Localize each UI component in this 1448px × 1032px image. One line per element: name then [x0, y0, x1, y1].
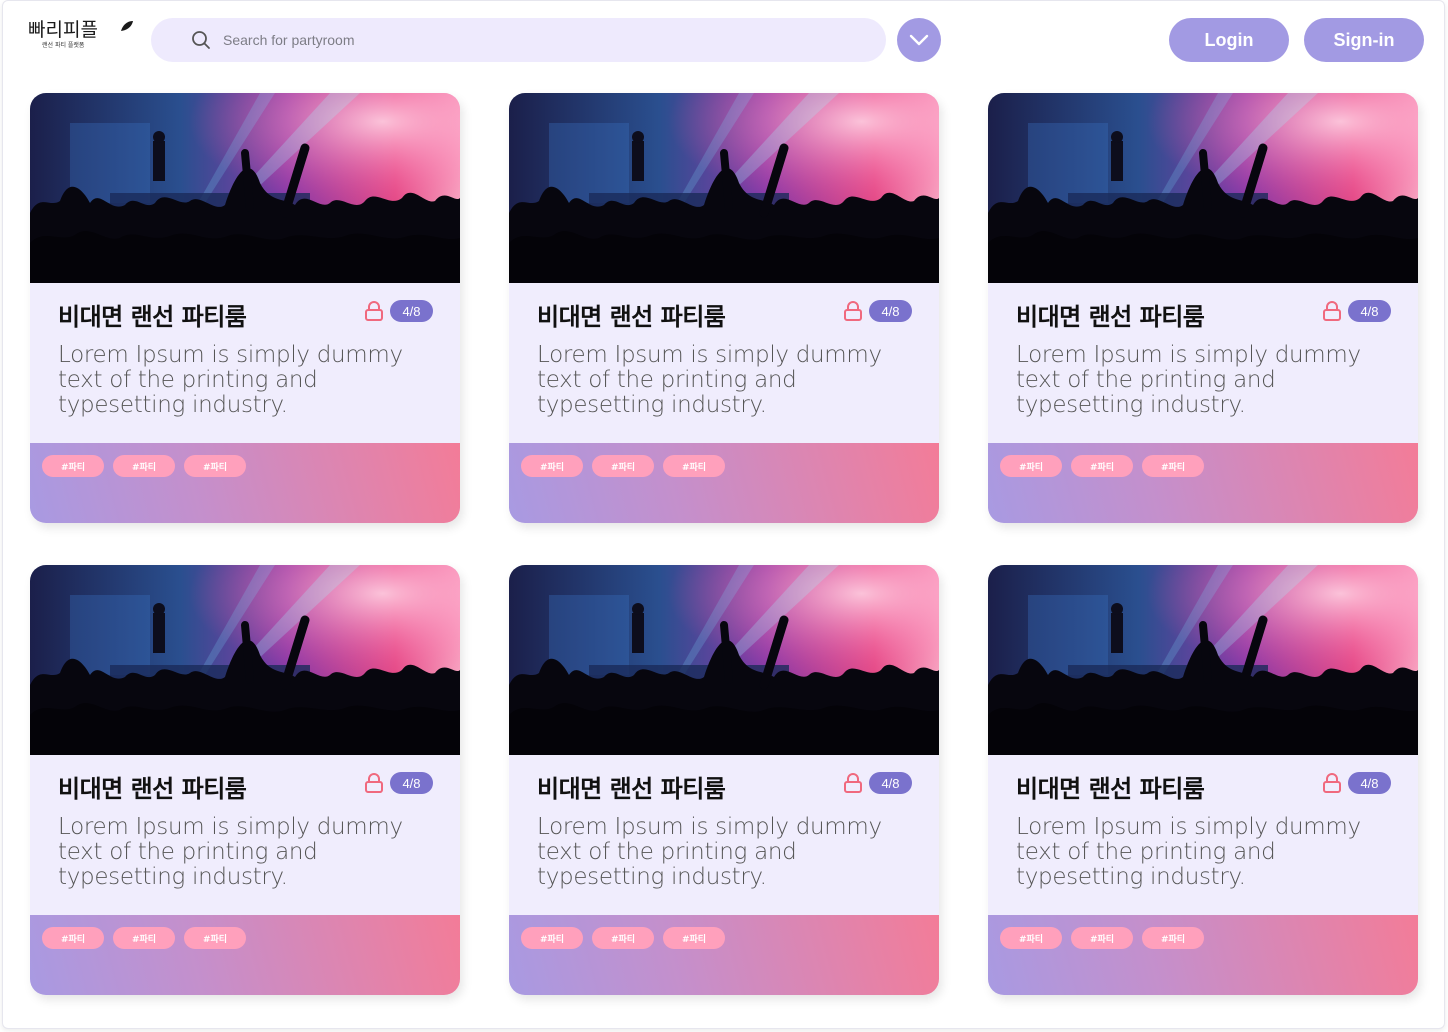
- card-footer: #파티 #파티 #파티: [988, 443, 1418, 523]
- chevron-down-icon: [909, 34, 929, 46]
- card-footer: #파티 #파티 #파티: [509, 443, 939, 523]
- search-input[interactable]: [223, 18, 863, 62]
- lock-icon: [844, 773, 862, 793]
- card-footer: #파티 #파티 #파티: [30, 443, 460, 523]
- card-description: Lorem Ipsum is simply dummy text of the …: [58, 342, 403, 418]
- tag-list: #파티 #파티 #파티: [1000, 927, 1204, 949]
- card-footer: #파티 #파티 #파티: [30, 915, 460, 995]
- tag-chip[interactable]: #파티: [521, 455, 583, 477]
- logo[interactable]: 빠리피플 랜선 파티 플랫폼: [28, 18, 133, 62]
- tag-chip[interactable]: #파티: [663, 455, 725, 477]
- concert-image: [509, 93, 939, 283]
- tag-chip[interactable]: #파티: [1071, 927, 1133, 949]
- lock-icon: [844, 301, 862, 321]
- participant-count-badge: 4/8: [1348, 300, 1391, 322]
- partyroom-card[interactable]: 비대면 랜선 파티룸 4/8 Lorem Ipsum is simply dum…: [988, 565, 1418, 995]
- card-title: 비대면 랜선 파티룸: [1016, 775, 1205, 803]
- partyroom-card[interactable]: 비대면 랜선 파티룸 4/8 Lorem Ipsum is simply dum…: [509, 565, 939, 995]
- concert-image: [988, 93, 1418, 283]
- card-footer: #파티 #파티 #파티: [509, 915, 939, 995]
- tag-chip[interactable]: #파티: [1142, 455, 1204, 477]
- card-description: Lorem Ipsum is simply dummy text of the …: [537, 342, 882, 418]
- tag-chip[interactable]: #파티: [42, 455, 104, 477]
- card-title: 비대면 랜선 파티룸: [1016, 303, 1205, 331]
- tag-chip[interactable]: #파티: [592, 455, 654, 477]
- partyroom-card[interactable]: 비대면 랜선 파티룸 4/8 Lorem Ipsum is simply dum…: [509, 93, 939, 523]
- tag-chip[interactable]: #파티: [184, 455, 246, 477]
- card-title: 비대면 랜선 파티룸: [537, 775, 726, 803]
- tag-chip[interactable]: #파티: [42, 927, 104, 949]
- login-button[interactable]: Login: [1169, 18, 1289, 62]
- concert-image: [30, 93, 460, 283]
- leaf-icon: [121, 21, 133, 31]
- tag-list: #파티 #파티 #파티: [521, 455, 725, 477]
- participant-count-badge: 4/8: [1348, 772, 1391, 794]
- partyroom-card[interactable]: 비대면 랜선 파티룸 4/8 Lorem Ipsum is simply dum…: [988, 93, 1418, 523]
- tag-chip[interactable]: #파티: [184, 927, 246, 949]
- card-title: 비대면 랜선 파티룸: [537, 303, 726, 331]
- tag-chip[interactable]: #파티: [1142, 927, 1204, 949]
- partyroom-card[interactable]: 비대면 랜선 파티룸 4/8 Lorem Ipsum is simply dum…: [30, 93, 460, 523]
- tag-chip[interactable]: #파티: [663, 927, 725, 949]
- partyroom-card[interactable]: 비대면 랜선 파티룸 4/8 Lorem Ipsum is simply dum…: [30, 565, 460, 995]
- tag-chip[interactable]: #파티: [521, 927, 583, 949]
- search-icon: [192, 31, 210, 49]
- tag-chip[interactable]: #파티: [1000, 455, 1062, 477]
- concert-image: [988, 565, 1418, 755]
- lock-icon: [365, 773, 383, 793]
- lock-icon: [1323, 301, 1341, 321]
- concert-image: [30, 565, 460, 755]
- participant-count-badge: 4/8: [869, 772, 912, 794]
- card-description: Lorem Ipsum is simply dummy text of the …: [58, 814, 403, 890]
- lock-icon: [365, 301, 383, 321]
- participant-count-badge: 4/8: [869, 300, 912, 322]
- search-bar[interactable]: [151, 18, 886, 62]
- tag-list: #파티 #파티 #파티: [42, 455, 246, 477]
- lock-icon: [1323, 773, 1341, 793]
- tag-chip[interactable]: #파티: [1071, 455, 1133, 477]
- participant-count-badge: 4/8: [390, 300, 433, 322]
- card-description: Lorem Ipsum is simply dummy text of the …: [537, 814, 882, 890]
- concert-image: [509, 565, 939, 755]
- dropdown-button[interactable]: [897, 18, 941, 62]
- participant-count-badge: 4/8: [390, 772, 433, 794]
- logo-wordmark: 빠리피플: [28, 19, 98, 41]
- signin-button[interactable]: Sign-in: [1304, 18, 1424, 62]
- tag-list: #파티 #파티 #파티: [521, 927, 725, 949]
- tag-list: #파티 #파티 #파티: [1000, 455, 1204, 477]
- card-description: Lorem Ipsum is simply dummy text of the …: [1016, 342, 1361, 418]
- tag-list: #파티 #파티 #파티: [42, 927, 246, 949]
- tag-chip[interactable]: #파티: [113, 927, 175, 949]
- card-description: Lorem Ipsum is simply dummy text of the …: [1016, 814, 1361, 890]
- tag-chip[interactable]: #파티: [592, 927, 654, 949]
- card-title: 비대면 랜선 파티룸: [58, 303, 247, 331]
- logo-tagline: 랜선 파티 플랫폼: [42, 42, 85, 49]
- card-footer: #파티 #파티 #파티: [988, 915, 1418, 995]
- tag-chip[interactable]: #파티: [113, 455, 175, 477]
- tag-chip[interactable]: #파티: [1000, 927, 1062, 949]
- card-title: 비대면 랜선 파티룸: [58, 775, 247, 803]
